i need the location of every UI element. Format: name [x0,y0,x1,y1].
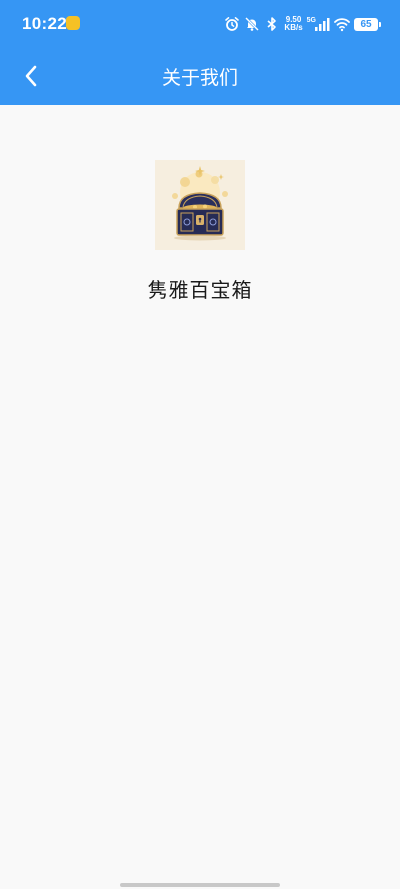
mute-icon [245,17,260,31]
alarm-icon [225,17,240,31]
signal-icon [315,18,330,31]
status-time: 10:22 [22,14,67,33]
app-notification-icon [66,16,80,30]
battery-icon: 65 [354,17,381,31]
net-speed: 9.50 KB/s [284,16,302,32]
status-icons: 9.50 KB/s 5G 65 [224,14,381,34]
wifi-icon [334,18,350,32]
net-speed-unit: KB/s [284,23,303,32]
app-name: 隽雅百宝箱 [147,278,253,302]
bluetooth-icon [267,17,277,31]
treasure-chest-icon [172,166,228,241]
home-indicator[interactable] [120,883,280,887]
header: 10:22 9.50 KB/s 5G 65 关于我们 [0,0,400,105]
page-title: 关于我们 [161,67,238,89]
battery-level: 65 [360,18,372,30]
app-logo [155,160,245,250]
nav-bar: 关于我们 [0,48,400,105]
status-bar: 10:22 9.50 KB/s 5G 65 [0,0,400,48]
